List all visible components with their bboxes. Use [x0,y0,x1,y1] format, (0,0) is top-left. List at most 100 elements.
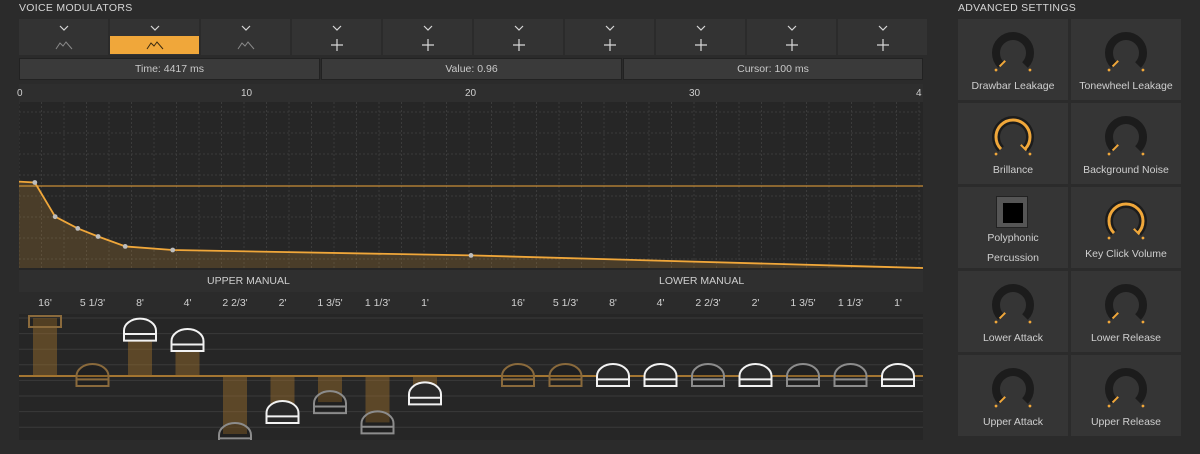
upper-release-control: Upper Release [1071,355,1181,436]
envelope-wave-icon[interactable] [19,36,108,54]
modulator-slot-6[interactable] [474,19,563,55]
knob-track [992,284,1034,320]
knob-track [1105,368,1147,404]
add-icon[interactable] [838,36,927,54]
footage-label: 4' [183,297,192,309]
knob-max-dot [1028,68,1032,72]
chevron-down-icon[interactable] [474,21,563,33]
modulator-slot-10[interactable] [838,19,927,55]
add-icon[interactable] [474,36,563,54]
drawbar-cap [218,422,252,446]
lower-drawbar-8 [833,363,868,387]
footage-label: 16' [511,297,525,309]
drawbar-leakage-knob[interactable] [989,31,1037,77]
lower-attack-control: Lower Attack [958,271,1068,352]
drawbar-cap [123,317,157,342]
footage-label: 8' [136,297,144,309]
upper-drawbar-6 [265,376,300,424]
upper-attack-label: Upper Attack [982,416,1044,428]
tonewheel-leakage-knob[interactable] [1102,31,1150,77]
lower-drawbar-2 [548,363,583,387]
modulator-slot-8[interactable] [656,19,745,55]
knob-max-dot [1028,404,1032,408]
chevron-down-icon[interactable] [201,21,290,33]
lower-release-knob[interactable] [1102,283,1150,329]
lower-attack-knob[interactable] [989,283,1037,329]
drawbar-cap [313,390,347,415]
drawbar-cap [28,315,62,328]
upper-attack-knob[interactable] [989,367,1037,413]
footage-label: 1' [421,297,429,309]
chevron-down-icon[interactable] [292,21,381,33]
voice-modulators-title: VOICE MODULATORS [19,2,133,14]
upper-manual-label: UPPER MANUAL [207,275,290,287]
knob-min-dot [994,404,998,408]
drawbar-cap [786,363,820,387]
upper-drawbar-5 [218,376,252,446]
footage-label: 2 2/3' [222,297,248,309]
footage-label: 2' [278,297,287,309]
footage-label: 16' [38,297,52,309]
drawbar-leakage-label: Drawbar Leakage [971,80,1055,92]
polyphonic-percussion-toggle[interactable] [996,196,1028,228]
drawbar-cap [881,363,915,387]
footage-label: 8' [609,297,617,309]
drawbar-cap [738,363,773,387]
envelope-graph[interactable] [18,102,924,270]
polyphonic-percussion-label-line1: Polyphonic [987,232,1039,244]
modulator-slot-1[interactable] [19,19,108,55]
background-noise-knob[interactable] [1102,115,1150,161]
knob-max-dot [1028,320,1032,324]
knob-max-dot [1141,320,1145,324]
envelope-point [32,180,38,185]
chevron-down-icon[interactable] [565,21,654,33]
add-icon[interactable] [656,36,745,54]
modulator-slot-7[interactable] [565,19,654,55]
chevron-down-icon[interactable] [383,21,472,33]
tonewheel-leakage-label: Tonewheel Leakage [1079,80,1173,92]
modulator-slot-2[interactable] [110,19,199,55]
modulator-slot-9[interactable] [747,19,836,55]
envelope-wave-icon[interactable] [201,36,290,54]
chevron-down-icon[interactable] [110,21,199,33]
lower-release-control: Lower Release [1071,271,1181,352]
upper-drawbar-9 [408,376,442,406]
drawbar-cap [408,381,442,406]
lower-drawbar-1 [501,363,535,387]
envelope-wave-icon[interactable] [110,36,199,54]
knob-max-dot [1028,152,1032,156]
drawbar-area[interactable] [19,314,923,446]
lower-manual-label: LOWER MANUAL [659,275,745,287]
envelope-svg[interactable] [18,102,924,270]
drawbar-cap [833,363,868,387]
add-icon[interactable] [292,36,381,54]
tonewheel-leakage-control: Tonewheel Leakage [1071,19,1181,100]
drawbar-svg[interactable] [19,314,923,446]
add-icon[interactable] [565,36,654,54]
chevron-down-icon[interactable] [19,21,108,33]
chevron-down-icon[interactable] [747,21,836,33]
add-icon[interactable] [747,36,836,54]
advanced-settings-title: ADVANCED SETTINGS [958,2,1077,14]
ruler-label-40: 4 [916,88,922,99]
knob-max-dot [1141,404,1145,408]
add-icon[interactable] [383,36,472,54]
knob-max-dot [1141,236,1145,240]
modulator-slot-3[interactable] [201,19,290,55]
chevron-down-icon[interactable] [838,21,927,33]
envelope-point [52,214,58,220]
drawbar-cap [75,363,110,387]
upper-drawbar-3 [123,317,157,376]
modulator-slot-5[interactable] [383,19,472,55]
knob-min-dot [1107,68,1111,72]
key-click-volume-control: Key Click Volume [1071,187,1181,268]
upper-release-knob[interactable] [1102,367,1150,413]
brillance-label: Brillance [992,164,1034,176]
modulator-slot-4[interactable] [292,19,381,55]
key-click-volume-knob[interactable] [1102,199,1150,245]
time-readout: Time: 4417 ms [19,58,320,80]
brillance-knob[interactable] [989,115,1037,161]
time-ruler[interactable]: 0 10 20 30 4 [17,84,923,102]
chevron-down-icon[interactable] [656,21,745,33]
knob-max-dot [1141,68,1145,72]
